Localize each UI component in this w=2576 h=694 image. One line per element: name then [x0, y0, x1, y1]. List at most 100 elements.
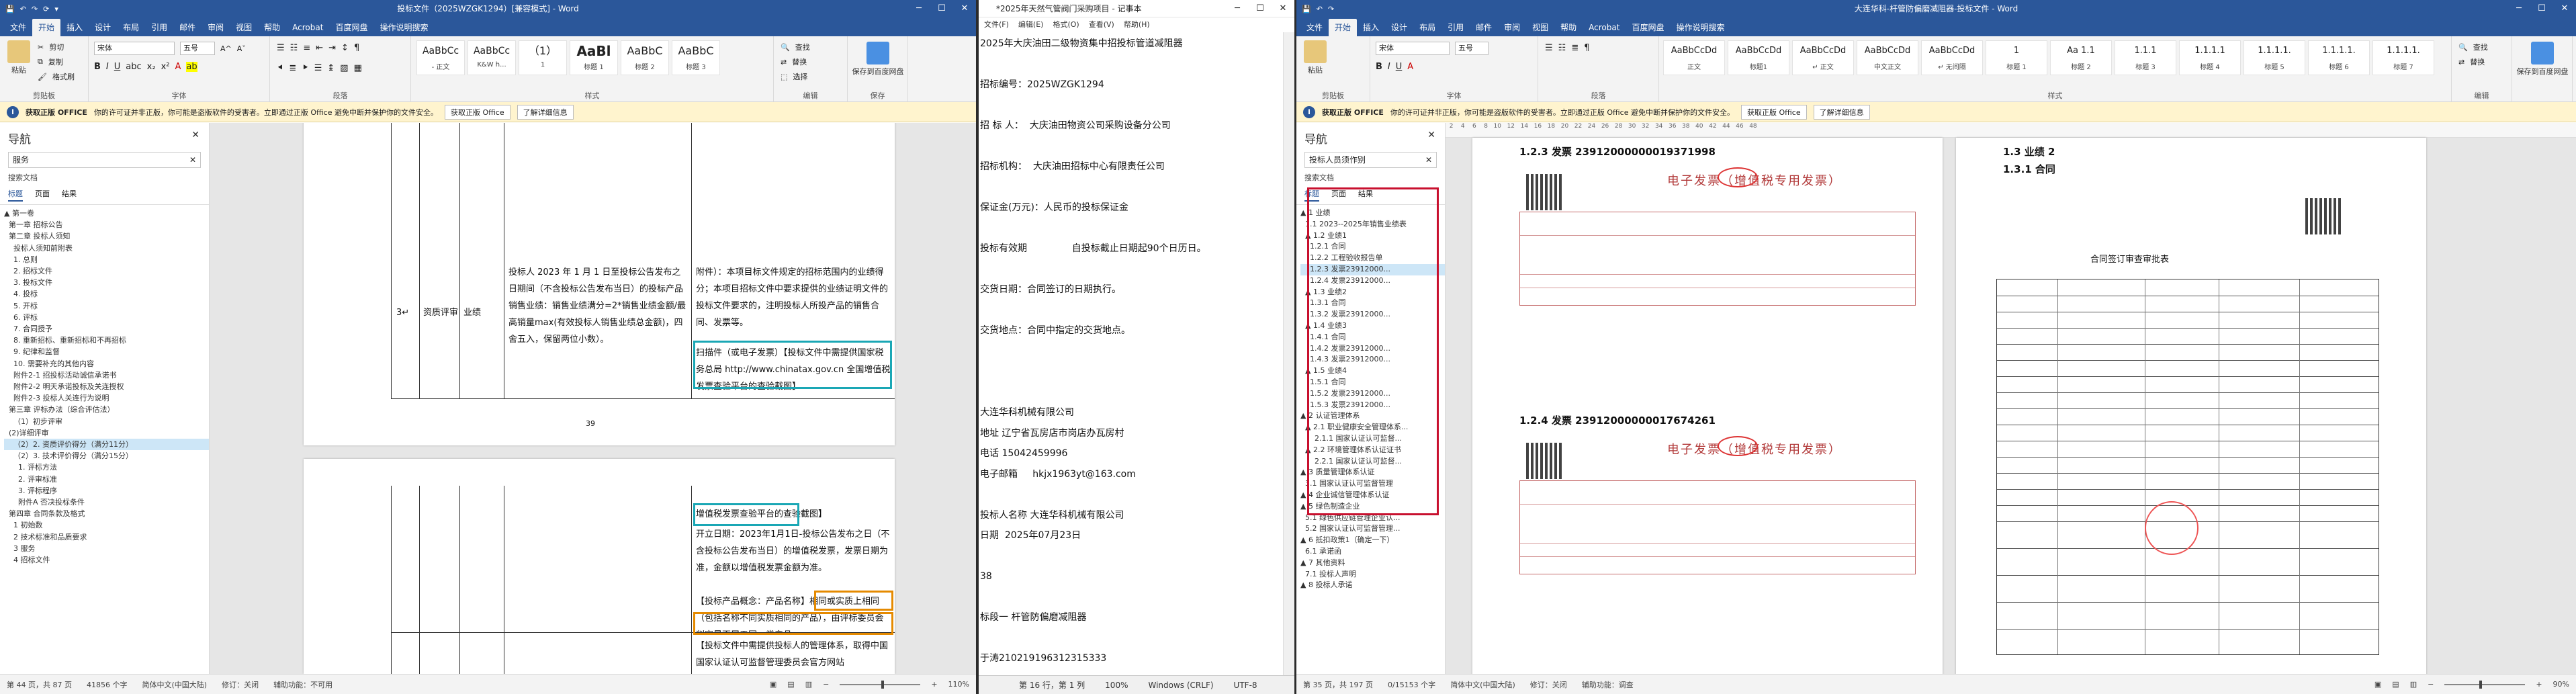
nav-heading-item[interactable]: (2)详细评审 [4, 427, 209, 439]
maximize-icon[interactable]: ☐ [1249, 0, 1272, 17]
style-gallery-item[interactable]: 1.1.1 标题 3 [2115, 40, 2176, 75]
zoom-out-icon[interactable]: − [2428, 680, 2434, 689]
style-heading-1[interactable]: AaBl 标题 1 [570, 40, 618, 75]
tab-layout[interactable]: 布局 [117, 19, 145, 36]
tab-results[interactable]: 结果 [62, 188, 77, 202]
tab-help[interactable]: 帮助 [1554, 19, 1583, 36]
tab-review[interactable]: 审阅 [1498, 19, 1526, 36]
line-spacing-icon[interactable]: ↨ [327, 63, 335, 73]
replace-button[interactable]: ⇄ 替换 [781, 56, 807, 67]
language[interactable]: 简体中文(中国大陆) [142, 679, 207, 690]
nav-heading-item[interactable]: 3. 评标程序 [4, 485, 209, 496]
tab-references[interactable]: 引用 [1441, 19, 1470, 36]
nav-heading-item[interactable]: 2 技术标准和品质要求 [4, 531, 209, 543]
refresh-icon[interactable]: ⟳ [43, 5, 49, 13]
strikethrough-icon[interactable]: abc [126, 62, 141, 72]
close-icon[interactable]: ✕ [2553, 0, 2576, 17]
nav-heading-item[interactable]: 附件A 否决投标条件 [4, 496, 209, 508]
close-icon[interactable]: ✕ [1272, 0, 1294, 17]
nav-heading-item[interactable]: 8. 重新招标、重新招标和不再招标 [4, 335, 209, 346]
nav-heading-item[interactable]: 1 初始数 [4, 519, 209, 531]
web-layout-icon[interactable]: ▥ [805, 680, 812, 689]
menu-edit[interactable]: 编辑(E) [1018, 17, 1044, 32]
tab-acrobat[interactable]: Acrobat [286, 19, 329, 36]
track-changes[interactable]: 修订：关闭 [1530, 679, 1567, 690]
read-mode-icon[interactable]: ▣ [770, 680, 776, 689]
learn-more-button[interactable]: 了解详细信息 [517, 104, 574, 120]
close-icon[interactable]: ✕ [191, 130, 199, 140]
font-color-icon[interactable]: A [1407, 62, 1413, 72]
nav-heading-item[interactable]: （2）3. 技术评价得分（满分15分） [4, 450, 209, 462]
nav-heading-item[interactable]: 附件2-3 投标人关连行为说明 [4, 392, 209, 404]
word-count[interactable]: 41856 个字 [87, 679, 128, 690]
style-heading-2[interactable]: AaBbC 标题 2 [621, 40, 669, 75]
tab-headings[interactable]: 标题 [8, 188, 23, 202]
align-center-icon[interactable]: ≣ [289, 63, 296, 73]
sort-icon[interactable]: ↕ [341, 43, 349, 53]
maximize-icon[interactable]: ☐ [930, 0, 953, 17]
undo-icon[interactable]: ↶ [20, 5, 26, 13]
nav-heading-item[interactable]: 5. 开标 [4, 300, 209, 312]
language[interactable]: 简体中文(中国大陆) [1450, 679, 1515, 690]
nav-search-input[interactable]: 投标人员须作别 ✕ [1304, 152, 1437, 168]
nav-heading-item[interactable]: 1. 总则 [4, 254, 209, 265]
style-gallery-item[interactable]: AaBbCcDd ↵ 无间隔 [1921, 40, 1983, 75]
style-gallery-item[interactable]: 1.1.1.1. 标题 6 [2308, 40, 2370, 75]
style-normal[interactable]: AaBbCc - 正文 [416, 40, 465, 75]
show-marks-icon[interactable]: ¶ [1584, 43, 1589, 53]
find-button[interactable]: 🔍 查找 [2458, 42, 2488, 52]
accessibility[interactable]: 辅助功能：不可用 [273, 679, 332, 690]
font-size-select[interactable]: 五号 [180, 42, 215, 55]
highlight-icon[interactable]: ab [186, 62, 197, 72]
tab-mailings[interactable]: 邮件 [1470, 19, 1498, 36]
tell-me-search[interactable]: 操作说明搜索 [373, 19, 434, 36]
maximize-icon[interactable]: ☐ [2530, 0, 2553, 17]
close-icon[interactable]: ✕ [1427, 130, 1435, 140]
font-name-select[interactable]: 宋体 [1376, 42, 1450, 55]
bullets-icon[interactable]: ☰ [277, 43, 285, 53]
close-icon[interactable]: ✕ [189, 153, 196, 167]
print-layout-icon[interactable]: ▤ [2392, 680, 2399, 689]
save-baidu-button[interactable]: 保存到百度网盘 [2515, 42, 2570, 77]
style-heading-3[interactable]: AaBbC 标题 3 [672, 40, 720, 75]
nav-heading-item[interactable]: 7.1 投标人声明 [1300, 569, 1445, 580]
tab-layout[interactable]: 布局 [1413, 19, 1441, 36]
zoom-in-icon[interactable]: + [931, 680, 937, 689]
underline-icon[interactable]: U [114, 62, 121, 72]
tab-references[interactable]: 引用 [145, 19, 173, 36]
nav-heading-item[interactable]: 1. 评标方法 [4, 462, 209, 473]
font-color-icon[interactable]: A [175, 62, 181, 72]
accessibility[interactable]: 辅助功能：调查 [1582, 679, 1634, 690]
numbering-icon[interactable]: ☷ [290, 43, 298, 53]
nav-heading-item[interactable]: （1）初步评审 [4, 416, 209, 427]
nav-heading-item[interactable]: 第一章 招标公告 [4, 219, 209, 230]
nav-heading-item[interactable]: 3. 投标文件 [4, 277, 209, 288]
redo-icon[interactable]: ↷ [32, 5, 38, 13]
tab-file[interactable]: 文件 [1300, 19, 1329, 36]
close-icon[interactable]: ✕ [1425, 153, 1432, 167]
tab-view[interactable]: 视图 [1526, 19, 1554, 36]
nav-heading-item[interactable]: 2. 评审标准 [4, 474, 209, 485]
nav-heading-item[interactable]: 附件2-1 招投标活动诚信承诺书 [4, 370, 209, 381]
zoom-level[interactable]: 90% [2553, 680, 2569, 689]
style-1[interactable]: （1） 1 [519, 40, 567, 75]
zoom-slider[interactable] [840, 680, 921, 689]
align-center-icon[interactable]: ≣ [1571, 43, 1579, 53]
nav-heading-item[interactable]: ▲ 第一卷 [4, 208, 209, 219]
find-button[interactable]: 🔍 查找 [781, 42, 810, 52]
tab-view[interactable]: 视图 [230, 19, 258, 36]
minimize-icon[interactable]: ─ [1226, 0, 1249, 17]
shrink-font-icon[interactable]: Aˇ [237, 44, 246, 53]
undo-icon[interactable]: ↶ [1317, 5, 1323, 13]
vertical-scrollbar[interactable] [1283, 32, 1294, 675]
nav-heading-item[interactable]: ▲ 6 抵扣政策1（确定一下） [1300, 535, 1445, 546]
align-left-icon[interactable]: ⯇ [277, 63, 283, 73]
format-painter-button[interactable]: 🖌 格式刷 [38, 71, 75, 82]
nav-heading-item[interactable]: 第四章 合同条款及格式 [4, 508, 209, 519]
tab-help[interactable]: 帮助 [258, 19, 286, 36]
nav-heading-item[interactable]: ▲ 7 其他资料 [1300, 558, 1445, 569]
style-gallery-item[interactable]: AaBbCcDd 标题1 [1728, 40, 1789, 75]
nav-heading-item[interactable]: 投标人须知前附表 [4, 243, 209, 254]
nav-heading-item[interactable]: 10. 需要补充的其他内容 [4, 358, 209, 370]
subscript-icon[interactable]: x₂ [147, 62, 156, 72]
